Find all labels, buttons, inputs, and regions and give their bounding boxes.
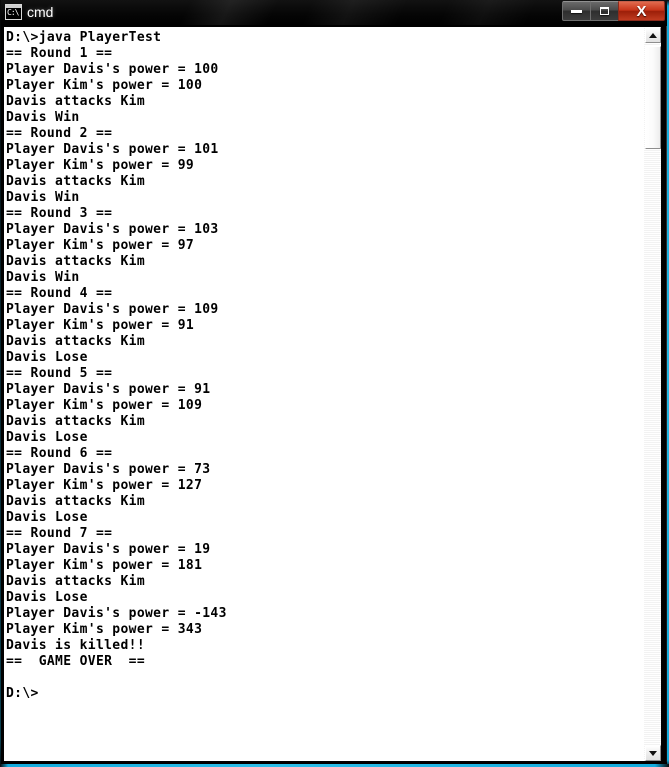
console-line: Player Kim's power = 97	[6, 238, 195, 253]
console-line: Davis attacks Kim	[6, 174, 146, 189]
console-line: D:\>	[6, 686, 39, 701]
close-button[interactable]: X	[618, 1, 665, 21]
console-line: == Round 3 ==	[6, 206, 113, 221]
console-line: Davis Win	[6, 110, 80, 125]
console-line: Player Kim's power = 99	[6, 158, 195, 173]
icon-prompt-glyph: C:\	[7, 8, 19, 17]
console-line: Davis Lose	[6, 590, 88, 605]
console-line: Davis Lose	[6, 350, 88, 365]
console-line: == Round 4 ==	[6, 286, 113, 301]
console-line: == Round 1 ==	[6, 46, 113, 61]
console-line: Davis Lose	[6, 510, 88, 525]
console-line: Player Davis's power = 73	[6, 462, 211, 477]
maximize-button[interactable]	[590, 1, 619, 21]
console-line: Player Kim's power = 343	[6, 622, 203, 637]
title-bar[interactable]: C:\ cmd X	[0, 0, 669, 25]
console-line: == Round 6 ==	[6, 446, 113, 461]
console-line: == Round 2 ==	[6, 126, 113, 141]
console-line: Player Kim's power = 91	[6, 318, 195, 333]
window-glow-left	[0, 0, 1, 767]
chevron-down-icon	[649, 750, 657, 756]
cmd-console-icon: C:\	[5, 4, 22, 20]
console-line: Player Davis's power = 109	[6, 302, 219, 317]
maximize-icon	[600, 7, 609, 15]
console-line: Player Davis's power = 101	[6, 142, 219, 157]
console-client-area: D:\>java PlayerTest == Round 1 == Player D…	[3, 26, 662, 762]
console-line: Davis is killed!!	[6, 638, 146, 653]
window-title: cmd	[27, 4, 54, 20]
console-line: D:\>java PlayerTest	[6, 30, 162, 45]
console-line: == GAME OVER ==	[6, 654, 146, 669]
console-line: Davis attacks Kim	[6, 574, 146, 589]
console-output[interactable]: D:\>java PlayerTest == Round 1 == Player D…	[4, 27, 643, 761]
console-line: Player Davis's power = 100	[6, 62, 219, 77]
console-line: Davis attacks Kim	[6, 254, 146, 269]
console-line: == Round 7 ==	[6, 526, 113, 541]
console-line: Player Kim's power = 109	[6, 398, 203, 413]
minimize-button[interactable]	[562, 1, 591, 21]
console-line: Player Davis's power = 103	[6, 222, 219, 237]
scroll-down-button[interactable]	[645, 745, 661, 761]
console-line: == Round 5 ==	[6, 366, 113, 381]
console-text-buffer: D:\>java PlayerTest == Round 1 == Player D…	[6, 30, 643, 702]
console-line: Davis attacks Kim	[6, 494, 146, 509]
minimize-icon	[571, 9, 582, 13]
window-controls: X	[562, 1, 665, 22]
close-icon: X	[636, 2, 647, 20]
console-line: Davis attacks Kim	[6, 334, 146, 349]
console-line: Player Kim's power = 181	[6, 558, 203, 573]
scroll-up-button[interactable]	[645, 27, 661, 43]
console-line: Player Kim's power = 100	[6, 78, 203, 93]
console-line: Player Davis's power = 91	[6, 382, 211, 397]
chevron-up-icon	[649, 32, 657, 38]
scrollbar-thumb[interactable]	[645, 46, 661, 149]
console-line: Davis attacks Kim	[6, 414, 146, 429]
console-line: Player Davis's power = 19	[6, 542, 211, 557]
console-line: Davis Win	[6, 270, 80, 285]
vertical-scrollbar[interactable]	[643, 27, 661, 761]
cmd-window: C:\ cmd X D:\>java PlayerTest == Round 1 …	[0, 0, 669, 767]
console-line: Davis attacks Kim	[6, 94, 146, 109]
console-line: Player Davis's power = -143	[6, 606, 227, 621]
console-line: Davis Win	[6, 190, 80, 205]
console-line: Player Kim's power = 127	[6, 478, 203, 493]
console-line: Davis Lose	[6, 430, 88, 445]
